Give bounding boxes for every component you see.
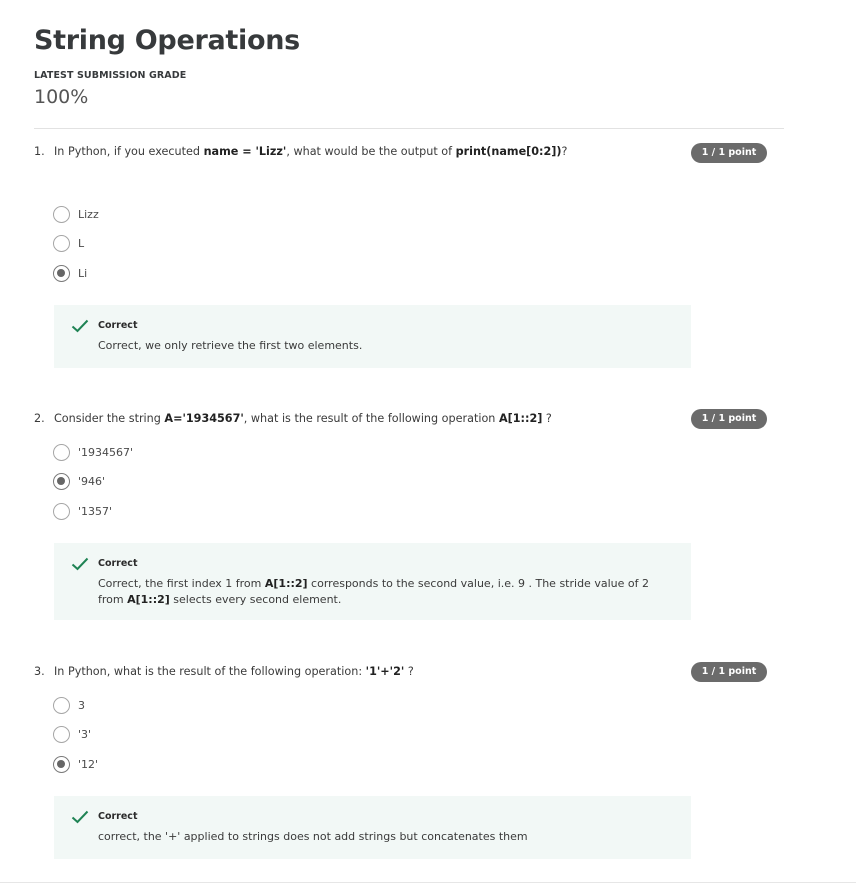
feedback-text: Correct, the first index 1 from A[1::2] … [98,577,649,606]
feedback-title: Correct [98,811,138,822]
page-title: String Operations [34,25,300,56]
option-radio[interactable]: Lizz [53,205,99,223]
option-label: Lizz [78,207,99,221]
radio-empty[interactable] [53,234,70,252]
feedback-box: Correct Correct, the first index 1 from … [54,543,691,620]
radio-empty[interactable] [53,205,70,223]
points-badge: 1 / 1 point [691,662,767,682]
option-radio[interactable]: '3' [53,725,91,743]
feedback-text: correct, the '+' applied to strings does… [98,830,528,843]
option-radio[interactable]: 3 [53,696,85,714]
option-radio[interactable]: L [53,234,84,252]
feedback-title: Correct [98,558,138,569]
grade-value: 100% [34,86,89,108]
points-badge: 1 / 1 point [691,143,767,163]
option-label: L [78,236,85,250]
feedback-title: Correct [98,320,138,331]
radio-empty[interactable] [53,443,70,461]
option-label: '1934567' [78,445,134,459]
points-badge: 1 / 1 point [691,409,767,429]
radio-empty[interactable] [53,725,70,743]
option-radio[interactable]: '1934567' [53,443,133,461]
check-icon [71,810,89,824]
radio-empty[interactable] [53,502,70,520]
option-label: '1357' [78,504,113,518]
feedback-box: Correct correct, the '+' applied to stri… [54,796,691,859]
check-icon [71,557,89,571]
feedback-box: Correct Correct, we only retrieve the fi… [54,305,691,368]
option-radio[interactable]: '12' [53,755,98,773]
option-label: '12' [78,757,99,771]
bottom-divider [0,882,856,883]
check-icon [71,319,89,333]
question-2-text: 2. Consider the string A='1934567', what … [34,412,552,425]
option-label: 3 [78,698,85,712]
question-1-text: 1. In Python, if you executed name = 'Liz… [34,145,568,158]
divider [34,128,784,129]
radio-empty[interactable] [53,696,70,714]
radio-selected[interactable] [53,755,70,773]
radio-selected[interactable] [53,264,70,282]
grade-label: LATEST SUBMISSION GRADE [34,70,187,81]
question-3-text: 3. In Python, what is the result of the f… [34,665,414,678]
option-radio[interactable]: '1357' [53,502,112,520]
option-radio[interactable]: Li [53,264,87,282]
option-label: '946' [78,474,106,488]
option-label: '3' [78,727,92,741]
option-radio[interactable]: '946' [53,472,105,490]
option-label: Li [78,266,88,280]
radio-selected[interactable] [53,472,70,490]
feedback-text: Correct, we only retrieve the first two … [98,339,363,352]
